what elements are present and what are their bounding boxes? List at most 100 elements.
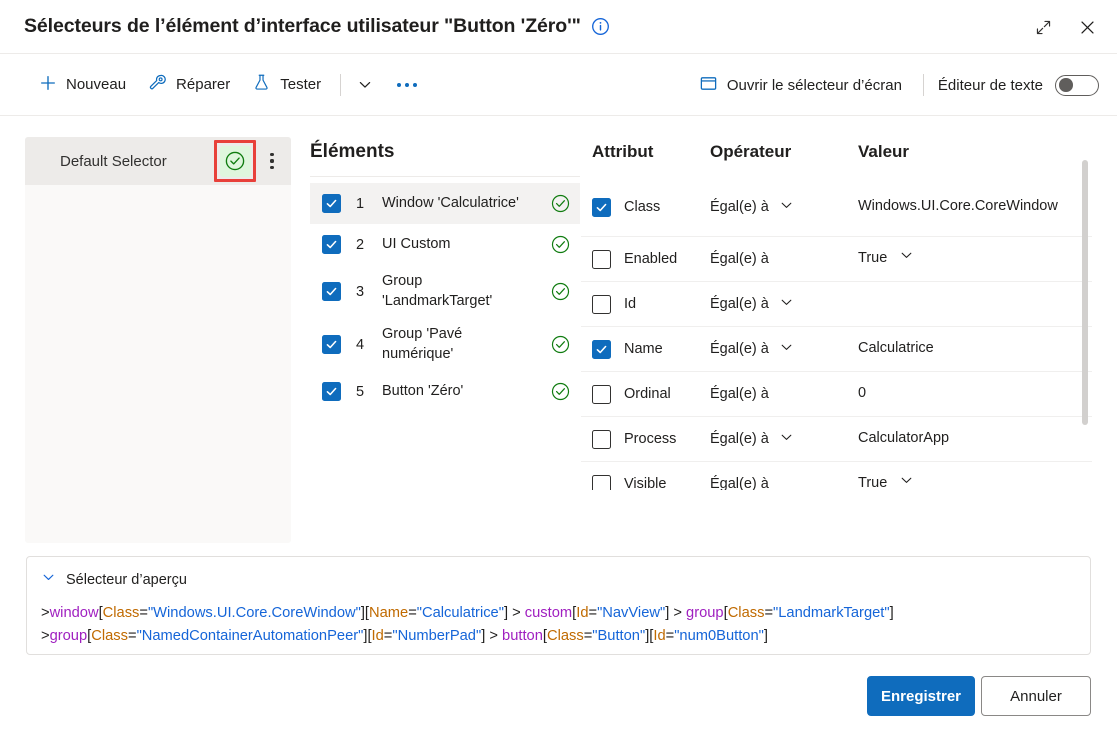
preview-token-gt: > — [41, 605, 50, 621]
preview-token-gt: > — [669, 605, 687, 621]
attribute-value-field[interactable]: True — [858, 473, 1092, 490]
element-index: 2 — [356, 236, 365, 253]
attribute-checkbox[interactable] — [592, 474, 611, 490]
preview-token-eq: = — [665, 627, 675, 644]
attributes-header-operator: Opérateur — [710, 142, 792, 161]
preview-token-gt: > — [485, 627, 503, 644]
element-row[interactable]: 1 Window 'Calculatrice' — [310, 183, 580, 224]
body-area: Default Selector Éléments 1 Window 'Calc… — [0, 116, 1117, 546]
element-row[interactable]: 2 UI Custom — [310, 224, 580, 265]
preview-token-brk: ] — [763, 627, 768, 644]
attribute-name: Process — [624, 431, 677, 447]
element-valid-check-circle-icon — [540, 234, 580, 255]
attribute-operator-label: Égal(e) à — [710, 296, 769, 312]
element-checkbox[interactable] — [322, 235, 341, 254]
preview-token-val: "Button" — [592, 627, 646, 644]
attribute-checkbox[interactable] — [592, 294, 611, 314]
attributes-header-attribute: Attribut — [592, 142, 654, 161]
chevron-down-icon[interactable] — [779, 295, 794, 314]
info-icon[interactable] — [591, 17, 610, 36]
more-vertical-icon[interactable] — [259, 144, 285, 178]
expand-icon[interactable] — [1023, 9, 1063, 45]
attribute-row[interactable]: Id Égal(e) à — [581, 281, 1092, 326]
chevron-down-icon[interactable] — [899, 248, 914, 270]
flask-icon — [252, 73, 271, 96]
attribute-value-field[interactable]: CalculatorApp — [858, 429, 1092, 449]
element-label: Button 'Zéro' — [382, 382, 464, 399]
attribute-operator-label: Égal(e) à — [710, 386, 769, 402]
attributes-scrollbar[interactable] — [1082, 160, 1088, 432]
test-button[interactable]: Tester — [241, 66, 332, 103]
close-icon[interactable] — [1067, 9, 1107, 45]
save-button[interactable]: Enregistrer — [867, 676, 975, 716]
attribute-operator-select[interactable]: Égal(e) à — [710, 198, 858, 217]
elements-column: Éléments 1 Window 'Calculatrice' 2 UI Cu… — [310, 116, 580, 546]
attribute-row[interactable]: Enabled Égal(e) à True — [581, 236, 1092, 281]
attribute-row[interactable]: Name Égal(e) à Calculatrice — [581, 326, 1092, 371]
attribute-row[interactable]: Visible Égal(e) à True — [581, 461, 1092, 490]
window-controls — [1023, 0, 1107, 54]
command-bar: Nouveau Réparer Tester Ouvrir le sélecte… — [0, 54, 1117, 116]
preview-selector-code[interactable]: >window[Class="Windows.UI.Core.CoreWindo… — [27, 590, 1090, 648]
attribute-operator-select[interactable]: Égal(e) à — [710, 430, 858, 449]
attribute-row[interactable]: Class Égal(e) à Windows.UI.Core.CoreWind… — [581, 178, 1092, 236]
more-options-button[interactable] — [387, 70, 427, 100]
chevron-down-icon[interactable] — [779, 430, 794, 449]
toggle-knob — [1059, 78, 1073, 92]
chevron-down-icon[interactable] — [899, 473, 914, 490]
attribute-value-field[interactable]: 0 — [858, 384, 1092, 404]
elements-list: 1 Window 'Calculatrice' 2 UI Custom 3 Gr… — [310, 183, 580, 412]
element-row[interactable]: 5 Button 'Zéro' — [310, 371, 580, 412]
attribute-value-field[interactable]: Calculatrice — [858, 339, 1092, 359]
attribute-checkbox[interactable] — [592, 249, 611, 269]
dialog-footer: Enregistrer Annuler — [0, 672, 1117, 742]
preview-token-tag: group — [686, 605, 724, 621]
attribute-row[interactable]: Process Égal(e) à CalculatorApp — [581, 416, 1092, 461]
attribute-operator-label: Égal(e) à — [710, 341, 769, 357]
chevron-down-icon[interactable] — [41, 570, 56, 590]
page-title: Sélecteurs de l’élément d’interface util… — [24, 15, 581, 37]
test-options-chevron-down-icon[interactable] — [349, 70, 381, 100]
chevron-down-icon[interactable] — [779, 340, 794, 359]
preview-token-attr: Class — [102, 605, 140, 621]
preview-selector-header[interactable]: Sélecteur d’aperçu — [27, 557, 1090, 590]
selectors-panel-body — [25, 185, 291, 543]
attribute-checkbox[interactable] — [592, 429, 611, 449]
chevron-down-icon[interactable] — [779, 198, 794, 217]
attributes-table-body: Class Égal(e) à Windows.UI.Core.CoreWind… — [581, 178, 1092, 490]
repair-button[interactable]: Réparer — [137, 66, 241, 103]
new-button[interactable]: Nouveau — [28, 67, 137, 103]
element-checkbox[interactable] — [322, 335, 341, 355]
attribute-checkbox[interactable] — [592, 339, 611, 359]
preview-token-attr: Id — [576, 605, 589, 621]
text-editor-toggle[interactable] — [1055, 74, 1099, 96]
title-bar: Sélecteurs de l’élément d’interface util… — [0, 0, 1117, 54]
attribute-row[interactable]: Ordinal Égal(e) à 0 — [581, 371, 1092, 416]
element-row[interactable]: 4 Group 'Pavé numérique' — [310, 318, 580, 371]
attribute-operator-select[interactable]: Égal(e) à — [710, 295, 858, 314]
attribute-checkbox[interactable] — [592, 384, 611, 404]
element-checkbox[interactable] — [322, 382, 341, 402]
attribute-operator-select[interactable]: Égal(e) à — [710, 340, 858, 359]
element-checkbox[interactable] — [322, 194, 341, 213]
check-circle-icon[interactable] — [219, 145, 251, 177]
attribute-value-field[interactable]: True — [858, 248, 1092, 270]
attribute-value: 0 — [858, 385, 867, 402]
attribute-operator-select[interactable]: Égal(e) à — [710, 476, 858, 490]
element-checkbox[interactable] — [322, 282, 341, 302]
element-index: 5 — [356, 383, 365, 400]
attributes-scrollbar-thumb[interactable] — [1082, 160, 1088, 425]
selector-editor-window: Sélecteurs de l’élément d’interface util… — [0, 0, 1117, 742]
attribute-name: Ordinal — [624, 386, 671, 402]
attribute-value-field[interactable]: Windows.UI.Core.CoreWindow — [858, 197, 1092, 217]
preview-token-attr: Id — [371, 627, 384, 644]
selector-list-item-default[interactable]: Default Selector — [25, 137, 291, 185]
cancel-button[interactable]: Annuler — [981, 676, 1091, 716]
element-row[interactable]: 3 Group 'LandmarkTarget' — [310, 265, 580, 318]
open-screen-selector-button[interactable]: Ouvrir le sélecteur d’écran — [688, 67, 913, 104]
attribute-operator-select[interactable]: Égal(e) à — [710, 251, 858, 267]
attribute-checkbox[interactable] — [592, 197, 611, 217]
preview-token-tag: button — [502, 627, 543, 644]
element-label: UI Custom — [382, 235, 451, 252]
attribute-operator-select[interactable]: Égal(e) à — [710, 386, 858, 402]
